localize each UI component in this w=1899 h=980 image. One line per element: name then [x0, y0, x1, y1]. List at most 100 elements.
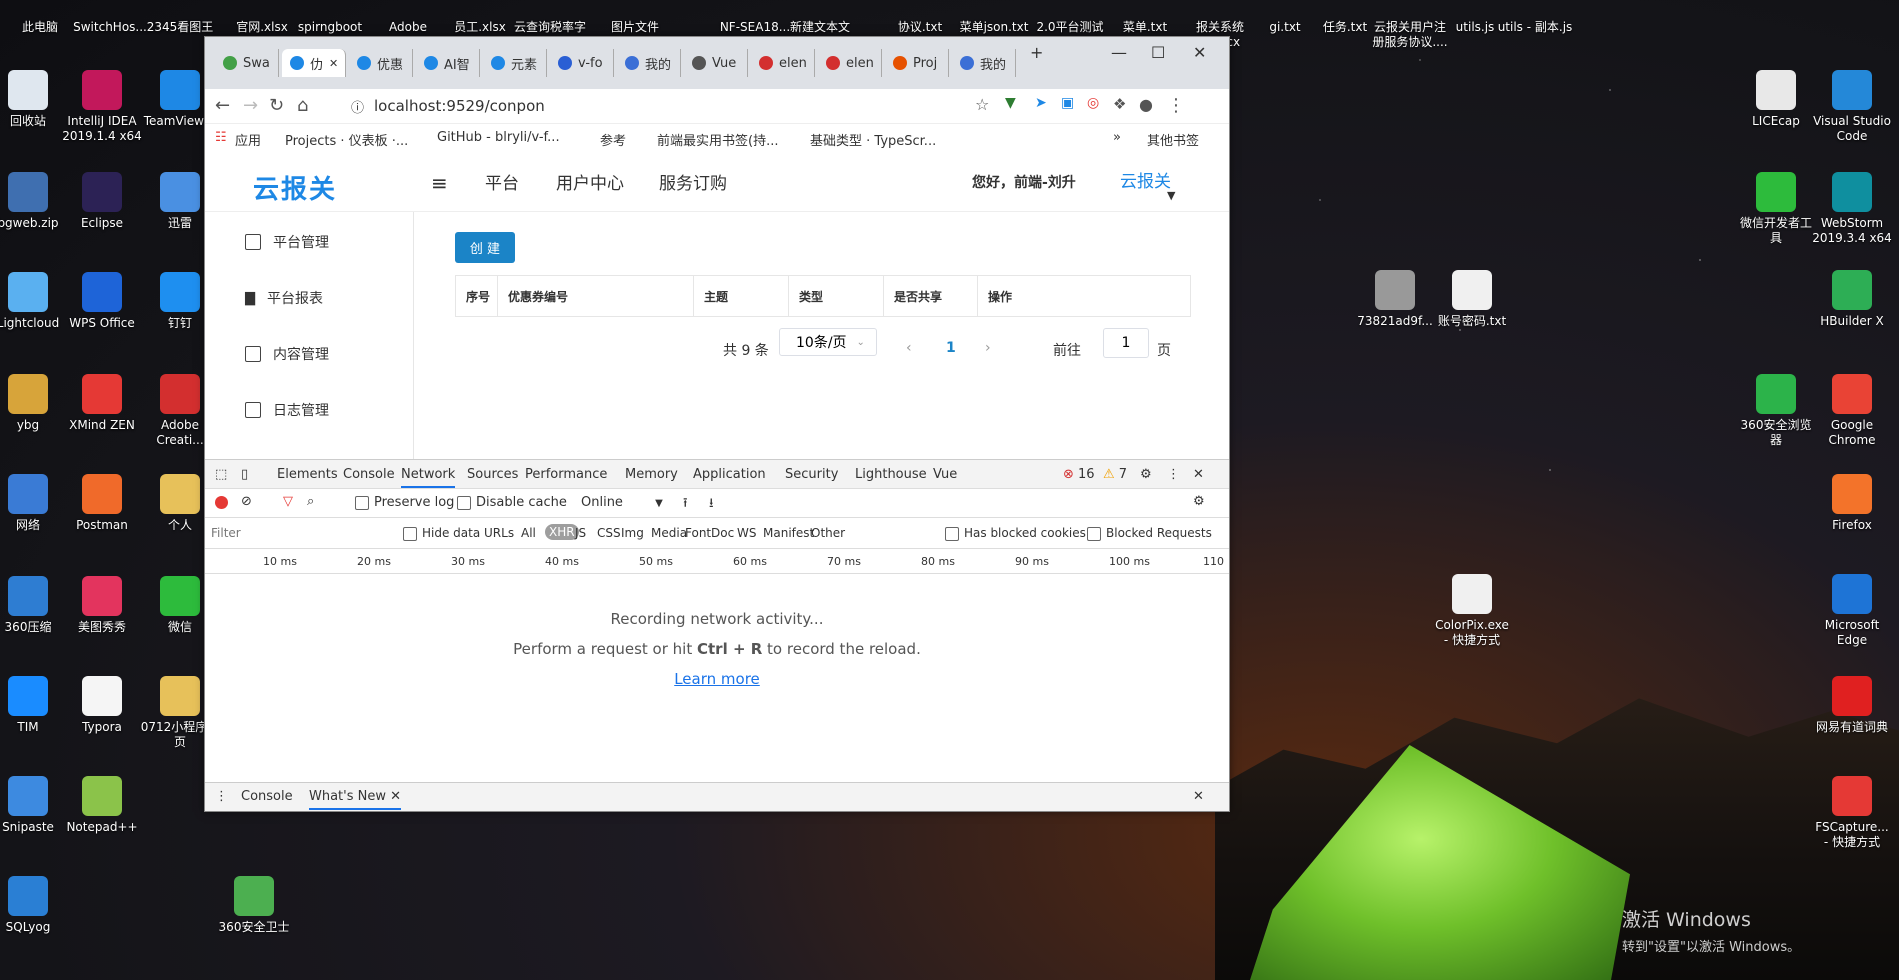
desktop-icon[interactable]: Snipaste — [0, 776, 68, 835]
desktop-icon-top[interactable]: 协议.txt — [880, 20, 960, 35]
drawer-menu-icon[interactable]: ⋮ — [215, 789, 228, 804]
devtools-settings-icon[interactable]: ⚙ — [1140, 467, 1152, 482]
chrome-extension-icon[interactable]: ◎ — [1087, 95, 1099, 111]
desktop-icon[interactable]: Typora — [62, 676, 142, 735]
apps-grid-icon[interactable]: ☷ — [215, 130, 227, 145]
forward-icon[interactable]: → — [243, 95, 258, 116]
bookmark-frontend[interactable]: 前端最实用书签(持... — [657, 130, 778, 149]
desktop-icon[interactable]: FSCapture... - 快捷方式 — [1812, 776, 1892, 850]
translate-extension-icon[interactable]: ▣ — [1061, 95, 1074, 111]
browser-tab[interactable]: Vue — [684, 49, 748, 77]
desktop-icon[interactable]: 微信开发者工具 — [1736, 172, 1816, 246]
devtools-tab-elements[interactable]: Elements — [277, 467, 338, 482]
browser-tab[interactable]: 我的 — [617, 49, 681, 77]
bookmark-other[interactable]: 其他书签 — [1147, 130, 1199, 149]
blocked-cookies-checkbox[interactable]: Has blocked cookies — [945, 526, 1086, 541]
devtools-tab-memory[interactable]: Memory — [625, 467, 678, 482]
nav-user-center[interactable]: 用户中心 — [556, 169, 624, 194]
desktop-icon-top[interactable]: 新建文本文 — [780, 20, 860, 35]
desktop-icon[interactable]: ColorPix.exe - 快捷方式 — [1432, 574, 1512, 648]
bookmark-apps[interactable]: 应用 — [235, 130, 261, 149]
preserve-log-checkbox[interactable]: Preserve log — [355, 495, 454, 510]
devtools-tab-performance[interactable]: Performance — [525, 467, 607, 482]
desktop-icon[interactable]: WPS Office — [62, 272, 142, 331]
url-field[interactable]: ⓘ localhost:9529/conpon — [351, 93, 1151, 119]
new-tab-button[interactable]: + — [1030, 43, 1043, 62]
user-dropdown-icon[interactable]: ▼ — [1167, 189, 1175, 202]
warning-count-icon[interactable]: ⚠ 7 — [1103, 467, 1127, 482]
hamburger-menu-icon[interactable]: ≡ — [431, 171, 448, 195]
desktop-icon[interactable]: Postman — [62, 474, 142, 533]
browser-tab[interactable]: elen — [751, 49, 815, 77]
desktop-icon-top[interactable]: 菜单.txt — [1105, 20, 1185, 35]
drawer-tab-console[interactable]: Console — [241, 789, 293, 804]
desktop-icon-top[interactable]: 图片文件 — [595, 20, 675, 35]
filter-type-media[interactable]: Media — [651, 526, 687, 540]
devtools-tab-console[interactable]: Console — [343, 467, 395, 482]
search-icon[interactable]: ⌕ — [307, 494, 314, 509]
hide-data-urls-checkbox[interactable]: Hide data URLs — [403, 526, 514, 541]
bookmark-reference[interactable]: 参考 — [600, 130, 626, 149]
desktop-icon-top[interactable]: 此电脑 — [0, 20, 80, 35]
prev-page-icon[interactable]: ‹ — [906, 340, 912, 356]
desktop-icon-top[interactable]: utils - 副本.js — [1495, 20, 1575, 35]
sidebar-item-log-management[interactable]: 日志管理 — [245, 400, 329, 420]
filter-type-manifest[interactable]: Manifest — [763, 526, 814, 540]
desktop-icon[interactable]: 360安全卫士 — [214, 876, 294, 935]
desktop-icon[interactable]: bgweb.zip — [0, 172, 68, 231]
device-toolbar-icon[interactable]: ▯ — [241, 467, 248, 482]
desktop-icon[interactable]: Google Chrome — [1812, 374, 1892, 448]
filter-type-img[interactable]: Img — [621, 526, 644, 540]
devtools-tab-lighthouse[interactable]: Lighthouse — [855, 467, 927, 482]
desktop-icon[interactable]: 账号密码.txt — [1432, 270, 1512, 329]
devtools-more-icon[interactable]: ⋮ — [1167, 467, 1180, 482]
record-icon[interactable] — [215, 496, 228, 509]
nav-service-order[interactable]: 服务订购 — [659, 169, 727, 194]
browser-tab[interactable]: elen — [818, 49, 882, 77]
devtools-close-icon[interactable]: ✕ — [1193, 467, 1204, 482]
desktop-icon-top[interactable]: 员工.xlsx — [440, 20, 520, 35]
bookmark-typescript[interactable]: 基础类型 · TypeScr... — [810, 130, 936, 149]
browser-menu-icon[interactable]: ⋮ — [1167, 95, 1185, 116]
desktop-icon[interactable]: Notepad++ — [62, 776, 142, 835]
nav-platform[interactable]: 平台 — [485, 169, 519, 194]
desktop-icon[interactable]: IntelliJ IDEA 2019.1.4 x64 — [62, 70, 142, 144]
extensions-puzzle-icon[interactable]: ❖ — [1113, 95, 1126, 113]
clear-icon[interactable]: ⊘ — [241, 494, 252, 509]
desktop-icon[interactable]: 360安全浏览器 — [1736, 374, 1816, 448]
extension-bird-icon[interactable]: ➤ — [1035, 95, 1047, 111]
desktop-icon[interactable]: SQLyog — [0, 876, 68, 935]
minimize-icon[interactable]: — — [1111, 43, 1127, 62]
filter-type-font[interactable]: Font — [685, 526, 711, 540]
next-page-icon[interactable]: › — [985, 340, 991, 356]
filter-input[interactable]: Filter — [211, 526, 241, 540]
export-har-icon[interactable]: ⭳ — [709, 494, 714, 516]
browser-tab[interactable]: Swa — [215, 49, 279, 77]
browser-tab[interactable]: Proj — [885, 49, 949, 77]
desktop-icon[interactable]: 美图秀秀 — [62, 576, 142, 635]
desktop-icon-top[interactable]: spirngboot — [290, 20, 370, 35]
vue-devtools-icon[interactable]: ▼ — [1005, 95, 1016, 111]
desktop-icon[interactable]: Lightcloud — [0, 272, 68, 331]
bookmark-github[interactable]: GitHub - blryli/v-f... — [437, 130, 560, 145]
filter-type-doc[interactable]: Doc — [711, 526, 734, 540]
devtools-tab-security[interactable]: Security — [785, 467, 838, 482]
desktop-icon[interactable]: HBuilder X — [1812, 270, 1892, 329]
browser-tab[interactable]: 元素 — [483, 49, 547, 77]
desktop-icon[interactable]: 网络 — [0, 474, 68, 533]
filter-type-css[interactable]: CSS — [597, 526, 621, 540]
bookmark-star-icon[interactable]: ☆ — [975, 95, 989, 114]
desktop-icon[interactable]: Microsoft Edge — [1812, 574, 1892, 648]
desktop-icon[interactable]: 网易有道词典 — [1812, 676, 1892, 735]
desktop-icon[interactable]: 73821ad9f... — [1355, 270, 1435, 329]
desktop-icon-top[interactable]: 菜单json.txt — [954, 20, 1034, 35]
filter-type-xhr[interactable]: XHR — [545, 524, 579, 540]
desktop-icon[interactable]: ybg — [0, 374, 68, 433]
filter-type-ws[interactable]: WS — [737, 526, 756, 540]
desktop-icon[interactable]: WebStorm 2019.3.4 x64 — [1812, 172, 1892, 246]
reload-icon[interactable]: ↻ — [269, 95, 284, 116]
desktop-icon-top[interactable]: 云查询税率字 — [510, 20, 590, 35]
desktop-icon-top[interactable]: 2.0平台测试 — [1030, 20, 1110, 35]
devtools-tab-application[interactable]: Application — [693, 467, 766, 482]
devtools-tab-vue[interactable]: Vue — [933, 467, 957, 482]
